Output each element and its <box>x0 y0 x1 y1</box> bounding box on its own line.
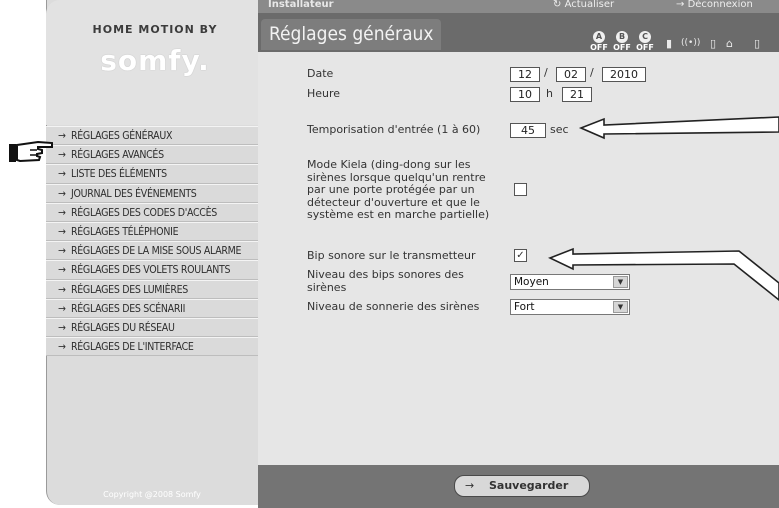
refresh-label: Actualiser <box>564 0 615 10</box>
battery-empty-icon: ▯ <box>710 37 717 50</box>
arrow-right-icon: → <box>58 130 66 142</box>
brand-tagline: HOME MOTION BY <box>92 23 218 36</box>
kiela-label-line: système est en marche partielle) <box>307 208 490 221</box>
entry-delay-label: Temporisation d'entrée (1 à 60) <box>307 123 481 136</box>
menu-item-label: RÉGLAGES DU RÉSEAU <box>71 321 175 334</box>
kiela-mode-label: Mode Kiela (ding-dong sur les sirènes lo… <box>307 158 490 222</box>
arrow-right-icon: → <box>58 225 66 238</box>
time-label: Heure <box>307 87 341 100</box>
arrow-right-icon: → <box>58 245 66 258</box>
arrow-right-icon: → <box>58 187 66 200</box>
menu-item-mise-sous-alarme[interactable]: → RÉGLAGES DE LA MISE SOUS ALARME <box>46 241 258 261</box>
menu-item-label: RÉGLAGES AVANCÉS <box>71 149 164 162</box>
user-role: Installateur <box>268 0 334 10</box>
arrow-right-icon: → <box>58 149 66 162</box>
menu-item-reglages-avances[interactable]: → RÉGLAGES AVANCÉS <box>46 145 258 165</box>
arrow-right-icon: → <box>58 341 66 354</box>
save-button-label: Sauvegarder <box>489 479 569 492</box>
kiela-mode-checkbox[interactable] <box>514 183 527 196</box>
ring-level-label: Niveau de sonnerie des sirènes <box>307 300 480 313</box>
menu-item-label: RÉGLAGES GÉNÉRAUX <box>71 130 173 142</box>
ring-level-value: Fort <box>514 301 535 313</box>
refresh-icon: ↻ <box>553 0 565 10</box>
menu-item-label: RÉGLAGES DE LA MISE SOUS ALARME <box>71 245 242 258</box>
arrow-right-icon: → <box>58 206 66 219</box>
menu-item-label: RÉGLAGES DES SCÉNARII <box>71 302 186 315</box>
zone-a-status: A OFF <box>588 31 610 53</box>
settings-menu: → RÉGLAGES GÉNÉRAUX → RÉGLAGES AVANCÉS → LI… <box>46 126 258 357</box>
chevron-down-icon: ▼ <box>613 301 628 313</box>
arrow-right-icon: → <box>58 168 66 181</box>
door-icon: ▯ <box>754 37 761 50</box>
page-title: Réglages généraux <box>269 23 434 45</box>
ring-level-select[interactable]: Fort ▼ <box>510 299 630 315</box>
footer-bar: → Sauvegarder <box>258 465 779 508</box>
beep-level-value: Moyen <box>514 276 549 288</box>
battery-icon: ▮ <box>666 37 673 50</box>
arrow-right-icon: → <box>58 264 66 277</box>
menu-item-label: RÉGLAGES TÉLÉPHONIE <box>71 225 179 238</box>
top-bar: Installateur ↻ Actualiser → Déconnexion <box>258 0 779 13</box>
menu-item-volets-roulants[interactable]: → RÉGLAGES DES VOLETS ROULANTS <box>46 260 258 280</box>
logout-link[interactable]: → Déconnexion <box>676 0 753 10</box>
chevron-down-icon: ▼ <box>613 276 628 288</box>
menu-item-telephonie[interactable]: → RÉGLAGES TÉLÉPHONIE <box>46 221 258 242</box>
kiela-label-line: par une porte protégée par un <box>307 183 475 196</box>
beep-level-label: Niveau des bips sonores des sirènes <box>307 268 464 294</box>
zone-c-status: C OFF <box>634 31 656 53</box>
house-ok-icon: ⌂ <box>726 37 733 50</box>
menu-item-scenarii[interactable]: → RÉGLAGES DES SCÉNARII <box>46 298 258 318</box>
settings-form: Date 12 / 02 / 2010 Heure 10 h 21 Tempor… <box>258 52 779 465</box>
refresh-link[interactable]: ↻ Actualiser <box>553 0 614 10</box>
date-label: Date <box>307 67 334 80</box>
somfy-logo: somfy. <box>100 44 210 77</box>
date-month-field[interactable]: 02 <box>556 67 586 82</box>
menu-item-label: RÉGLAGES DE L'INTERFACE <box>71 341 194 354</box>
entry-delay-field[interactable]: 45 <box>510 123 546 138</box>
menu-item-label: RÉGLAGES DES CODES D'ACCÈS <box>71 206 217 219</box>
beep-level-label-line: sirènes <box>307 280 347 294</box>
beep-transmitter-checkbox[interactable]: ✓ <box>514 249 527 262</box>
menu-item-lumieres[interactable]: → RÉGLAGES DES LUMIÈRES <box>46 279 258 299</box>
kiela-label-line: Mode Kiela (ding-dong sur les <box>307 158 471 171</box>
menu-item-reglages-generaux[interactable]: → RÉGLAGES GÉNÉRAUX <box>46 126 258 146</box>
entry-delay-unit: sec <box>550 123 569 136</box>
arrow-right-icon: → <box>465 479 475 492</box>
time-hour-field[interactable]: 10 <box>510 87 540 102</box>
date-day-field[interactable]: 12 <box>510 67 540 82</box>
menu-item-codes-acces[interactable]: → RÉGLAGES DES CODES D'ACCÈS <box>46 202 258 222</box>
date-separator: / <box>590 66 594 79</box>
menu-item-label: JOURNAL DES ÉVÉNEMENTS <box>71 187 197 200</box>
beep-level-select[interactable]: Moyen ▼ <box>510 274 630 290</box>
menu-item-interface[interactable]: → RÉGLAGES DE L'INTERFACE <box>46 337 258 357</box>
arrow-right-icon: → <box>676 0 688 10</box>
menu-item-label: LISTE DES ÉLÉMENTS <box>71 168 167 181</box>
menu-item-reseau[interactable]: → RÉGLAGES DU RÉSEAU <box>46 317 258 338</box>
date-separator: / <box>544 66 548 79</box>
menu-item-journal-evenements[interactable]: → JOURNAL DES ÉVÉNEMENTS <box>46 183 258 203</box>
menu-item-liste-elements[interactable]: → LISTE DES ÉLÉMENTS <box>46 164 258 184</box>
beep-transmitter-label: Bip sonore sur le transmetteur <box>307 249 476 262</box>
zone-b-icon: B <box>616 31 628 43</box>
zone-b-status: B OFF <box>611 31 633 53</box>
beep-level-label-line: Niveau des bips sonores des <box>307 268 464 281</box>
date-year-field[interactable]: 2010 <box>602 67 646 82</box>
logout-label: Déconnexion <box>687 0 753 10</box>
time-minute-field[interactable]: 21 <box>562 87 592 102</box>
copyright-text: Copyright @2008 Somfy <box>103 490 201 499</box>
zone-c-icon: C <box>639 31 651 43</box>
page-title-tab: Réglages généraux <box>261 19 441 50</box>
menu-item-label: RÉGLAGES DES VOLETS ROULANTS <box>71 264 231 277</box>
arrow-right-icon: → <box>58 321 66 334</box>
arrow-right-icon: → <box>58 302 66 315</box>
pointing-hand-icon <box>9 140 53 163</box>
save-button[interactable]: → Sauvegarder <box>454 475 590 497</box>
time-hour-unit: h <box>546 87 553 100</box>
title-bar: Réglages généraux A OFF B OFF C OFF ▮ ((•))… <box>258 13 779 52</box>
zone-a-icon: A <box>593 31 605 43</box>
radio-signal-icon: ((•)) <box>681 38 701 48</box>
menu-item-label: RÉGLAGES DES LUMIÈRES <box>71 283 188 296</box>
arrow-right-icon: → <box>58 283 66 296</box>
